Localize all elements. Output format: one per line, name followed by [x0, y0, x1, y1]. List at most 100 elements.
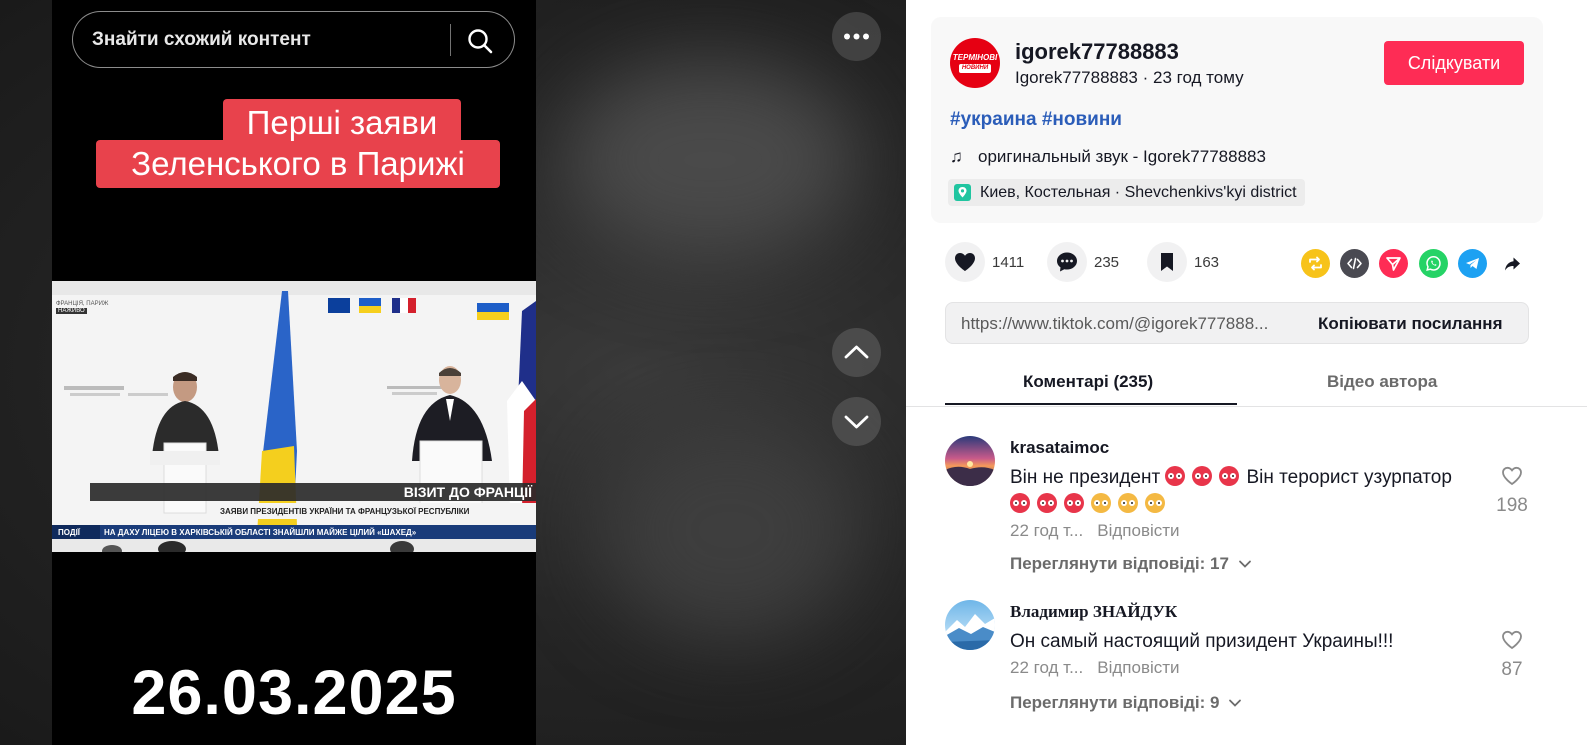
more-share-button[interactable] — [1498, 249, 1527, 278]
active-tab-indicator — [945, 403, 1237, 405]
clip-live-tag: НАЖИВО — [56, 308, 87, 314]
like-count: 1411 — [992, 254, 1025, 271]
flushed-face-emoji — [1118, 493, 1138, 513]
comment-count: 235 — [1094, 254, 1120, 271]
author-avatar[interactable]: ТЕРМІНОВІ НОВИНИ — [950, 38, 1000, 88]
video-url[interactable]: https://www.tiktok.com/@igorek777888... — [961, 314, 1301, 334]
clip-lower-third-sub: ЗАЯВИ ПРЕЗИДЕНТІВ УКРАЇНИ ТА ФРАНЦУЗЬКОЇ… — [220, 507, 470, 516]
comment-username[interactable]: krasataimoc — [1010, 438, 1109, 458]
music-link[interactable]: ♫ оригинальный звук - Igorek77788883 — [950, 147, 1266, 167]
heart-icon — [955, 253, 975, 271]
comment-meta: 22 год т... Відповісти — [1010, 521, 1194, 541]
follow-button[interactable]: Слідкувати — [1384, 41, 1524, 85]
tab-comments[interactable]: Коментарі (235) — [1023, 372, 1153, 392]
angry-face-emoji — [1010, 493, 1030, 513]
comment-avatar[interactable] — [945, 436, 995, 486]
background-blur — [560, 60, 860, 260]
more-options-button[interactable] — [832, 12, 881, 61]
chevron-down-icon — [1238, 560, 1251, 568]
avatar-text-line2: НОВИНИ — [959, 64, 991, 73]
clip-location-tag: ФРАНЦІЯ, ПАРИЖ — [56, 301, 109, 307]
comment-circle — [1047, 242, 1087, 282]
search-divider — [450, 24, 451, 56]
embed-code-icon — [1347, 257, 1362, 270]
background-blur — [600, 420, 860, 640]
view-replies-button[interactable]: Переглянути відповіді: 9 — [1010, 693, 1242, 713]
search-icon[interactable] — [466, 27, 494, 55]
reply-button[interactable]: Відповісти — [1097, 658, 1179, 677]
caption-line2: Зеленського в Парижі — [131, 145, 465, 182]
details-panel: ТЕРМІНОВІ НОВИНИ igorek77788883 Igorek77… — [906, 0, 1587, 745]
previous-video-button[interactable] — [832, 328, 881, 377]
more-dots-icon — [844, 33, 869, 40]
copy-link-button[interactable]: Копіювати посилання — [1318, 314, 1503, 334]
flushed-face-emoji — [1145, 493, 1165, 513]
video-player-area: Перші заяви Зеленського в Парижі ФРАНЦІЯ… — [0, 0, 906, 745]
repost-button[interactable] — [1301, 249, 1330, 278]
clip-lower-third-title: ВІЗИТ ДО ФРАНЦІЇ — [403, 484, 532, 500]
comment-like-button[interactable]: 198 — [1490, 464, 1534, 517]
panel-tabs: Коментарі (235) Відео автора — [906, 360, 1587, 407]
clip-ticker-label: ПОДІЇ — [58, 528, 80, 537]
video-frame[interactable]: Перші заяви Зеленського в Парижі ФРАНЦІЯ… — [52, 0, 536, 745]
sunset-avatar-image — [945, 436, 995, 486]
telegram-icon — [1466, 258, 1479, 269]
similar-content-search[interactable]: Знайти схожий контент — [72, 11, 515, 68]
like-button[interactable]: 1411 — [945, 242, 1035, 284]
comment-meta: 22 год т... Відповісти — [1010, 658, 1194, 678]
comment-avatar[interactable] — [945, 600, 995, 650]
tiktok-video-page: Перші заяви Зеленського в Парижі ФРАНЦІЯ… — [0, 0, 1587, 745]
music-note-icon: ♫ — [950, 147, 963, 166]
post-hashtags[interactable]: #украина #новини — [950, 109, 1122, 131]
news-clip: ФРАНЦІЯ, ПАРИЖ НАЖИВО ВІЗИТ ДО ФРАНЦІЇ З… — [52, 281, 536, 552]
location-tag[interactable]: Киев, Костельная · Shevchenkivs'kyi dist… — [948, 179, 1305, 206]
avatar-text-line1: ТЕРМІНОВІ — [952, 53, 998, 62]
comment-like-count: 87 — [1501, 659, 1523, 680]
view-replies-button[interactable]: Переглянути відповіді: 17 — [1010, 554, 1252, 574]
angry-face-emoji — [1037, 493, 1057, 513]
chevron-down-icon — [844, 415, 869, 429]
comment-item: Владимир ЗНАЙДУК Он самый настоящий приз… — [945, 600, 1545, 720]
flushed-face-emoji — [1091, 493, 1111, 513]
comment-like-button[interactable]: 87 — [1490, 628, 1534, 681]
next-video-button[interactable] — [832, 397, 881, 446]
comment-item: krasataimoc Він не президент Він терорис… — [945, 436, 1545, 576]
heart-outline-icon — [1502, 630, 1522, 650]
angry-face-emoji — [1219, 466, 1240, 486]
author-subline: Igorek77788883 · 23 год тому — [1015, 68, 1244, 87]
tab-author-videos[interactable]: Відео автора — [1327, 372, 1437, 392]
embed-button[interactable] — [1340, 249, 1369, 278]
comment-time: 22 год т... — [1010, 521, 1084, 540]
view-replies-label: Переглянути відповіді: 17 — [1010, 554, 1229, 573]
date-overlay: 26.03.2025 — [131, 658, 457, 728]
caption-line1: Перші заяви — [246, 104, 438, 141]
comment-username[interactable]: Владимир ЗНАЙДУК — [1010, 602, 1177, 622]
music-title: оригинальный звук - Igorek77788883 — [978, 147, 1266, 166]
comment-like-count: 198 — [1496, 495, 1528, 516]
comment-text-part2: Він терорист узурпатор — [1246, 467, 1452, 488]
save-circle — [1147, 242, 1187, 282]
send-icon — [1386, 257, 1401, 271]
reply-button[interactable]: Відповісти — [1097, 521, 1179, 540]
comment-text: Він не президент Він терорист узурпатор — [1010, 464, 1480, 518]
location-text: Киев, Костельная · Shevchenkivs'kyi dist… — [980, 184, 1297, 201]
whatsapp-share-button[interactable] — [1419, 249, 1448, 278]
author-username[interactable]: igorek77788883 — [1015, 39, 1179, 65]
whatsapp-icon — [1426, 256, 1441, 272]
chevron-down-icon — [1229, 699, 1242, 707]
angry-face-emoji — [1064, 493, 1084, 513]
repost-icon — [1309, 256, 1322, 271]
chevron-up-icon — [844, 345, 869, 359]
bookmark-icon — [1161, 253, 1173, 271]
comment-button[interactable]: 235 — [1047, 242, 1137, 284]
share-link-box: https://www.tiktok.com/@igorek777888... … — [945, 302, 1529, 344]
comment-icon — [1057, 252, 1077, 272]
search-placeholder: Знайти схожий контент — [92, 29, 311, 50]
telegram-share-button[interactable] — [1458, 249, 1487, 278]
save-button[interactable]: 163 — [1147, 242, 1237, 284]
clip-ticker-text: НА ДАХУ ЛІЦЕЮ В ХАРКІВСЬКІЙ ОБЛАСТІ ЗНАЙ… — [104, 528, 417, 537]
send-to-friends-button[interactable] — [1379, 249, 1408, 278]
author-info-card: ТЕРМІНОВІ НОВИНИ igorek77788883 Igorek77… — [931, 17, 1543, 223]
comment-text-part1: Він не президент — [1010, 467, 1161, 488]
share-arrow-icon — [1505, 257, 1520, 271]
